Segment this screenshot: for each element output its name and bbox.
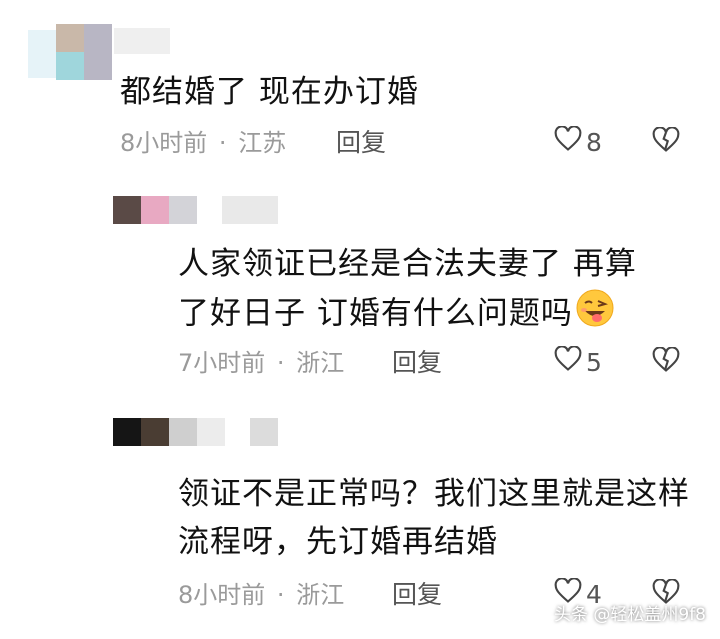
username-blurred[interactable]	[114, 28, 170, 54]
avatar[interactable]	[28, 24, 114, 82]
avatar[interactable]	[113, 196, 197, 224]
comment-location: 浙江	[296, 581, 345, 609]
broken-heart-icon	[652, 346, 680, 372]
comment-text: 领证不是正常吗？我们这里就是这样流程呀，先订婚再结婚	[178, 476, 690, 560]
username-blurred[interactable]	[222, 196, 278, 224]
like-button[interactable]: 5	[554, 345, 602, 378]
comment-time: 7小时前	[178, 349, 266, 377]
reply-button[interactable]: 回复	[392, 348, 442, 378]
dislike-button[interactable]	[652, 126, 680, 157]
watermark: 头条 @轻松盖州9f8	[553, 605, 706, 625]
like-count: 8	[586, 127, 602, 157]
broken-heart-icon	[652, 126, 680, 152]
comment-meta: 8小时前 · 浙江	[178, 580, 344, 610]
avatar[interactable]	[113, 418, 225, 446]
like-count: 5	[586, 347, 602, 377]
meta-separator: ·	[218, 129, 227, 157]
comment-text: 人家领证已经是合法夫妻了 再算了好日子 订婚有什么问题吗	[178, 240, 668, 342]
heart-icon	[554, 345, 582, 378]
meta-separator: ·	[276, 581, 285, 609]
like-button[interactable]: 8	[554, 125, 602, 158]
winking-tongue-emoji-icon	[575, 288, 615, 342]
username-blurred[interactable]	[250, 418, 278, 446]
reply-button[interactable]: 回复	[336, 128, 386, 158]
reply-button[interactable]: 回复	[392, 580, 442, 610]
dislike-button[interactable]	[652, 346, 680, 377]
comment-location: 江苏	[238, 129, 287, 157]
comment-location: 浙江	[296, 349, 345, 377]
comment-time: 8小时前	[178, 581, 266, 609]
meta-separator: ·	[276, 349, 285, 377]
comment-meta: 8小时前 · 江苏	[120, 128, 286, 158]
heart-icon	[554, 125, 582, 158]
comment-text: 都结婚了 现在办订婚	[120, 74, 419, 110]
comment-time: 8小时前	[120, 129, 208, 157]
comment-meta: 7小时前 · 浙江	[178, 348, 344, 378]
